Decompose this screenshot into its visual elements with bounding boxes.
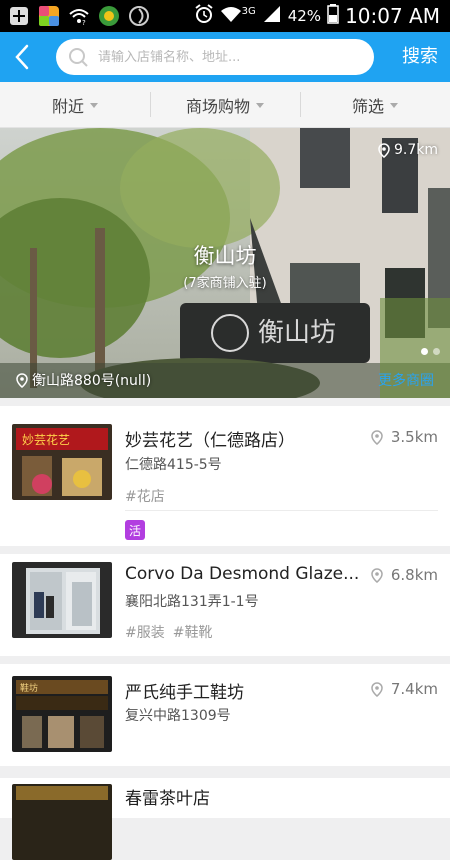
wifi-icon [220,5,242,28]
list-item[interactable]: 鞋坊 严氏纯手工鞋坊 复兴中路1309号 7.4km [0,664,450,766]
shop-name: 妙芸花艺（仁德路店） [125,431,295,451]
add-notification-icon [8,5,30,27]
shop-tags: #花店 [125,486,165,506]
shop-thumbnail: 妙芸花艺 [12,424,112,500]
shop-distance-text: 6.8km [390,566,438,584]
banner-distance-text: 9.7km [393,142,438,158]
dropdown-arrow-icon [256,103,264,108]
top-bar: 搜索 [0,32,450,82]
signal-icon [262,5,282,28]
shop-distance-text: 7.4km [390,680,438,698]
location-pin-icon [378,142,390,158]
list-item[interactable]: 妙芸花艺 妙芸花艺（仁德路店） 仁德路415-5号 3.5km #花店 活 [0,406,450,546]
svg-text:鞋坊: 鞋坊 [20,682,38,694]
shop-tag[interactable]: #鞋靴 [173,622,213,642]
divider [125,510,438,511]
location-pin-icon [371,429,383,445]
banner-address: 衡山路880号(null) [16,370,151,390]
shop-thumbnail: 鞋坊 [12,676,112,752]
clock: 10:07 AM [345,4,440,28]
more-districts-link[interactable]: 更多商圈 [378,370,434,390]
alarm-icon [194,3,214,29]
banner-distance: 9.7km [378,142,438,158]
search-input[interactable] [98,49,358,65]
shop-distance: 7.4km [371,680,438,698]
filter-label: 附近 [51,96,84,116]
app-notification-icon [98,5,120,27]
shop-thumbnail [12,784,112,860]
filter-category[interactable]: 商场购物 [150,82,300,127]
shop-name: Corvo Da Desmond Glaze... [125,564,360,584]
filter-label: 筛选 [351,96,384,116]
location-pin-icon [371,681,383,697]
shop-distance: 3.5km [371,428,438,446]
list-item[interactable]: Corvo Da Desmond Glaze... 襄阳北路131弄1-1号 6… [0,554,450,656]
list-item[interactable]: 春雷茶叶店 [0,778,450,860]
banner-title: 衡山坊 [193,244,257,268]
shop-distance-text: 3.5km [390,428,438,446]
battery-icon [327,3,339,29]
svg-text:妙芸花艺: 妙芸花艺 [22,432,70,447]
svg-text:?: ? [82,19,86,26]
app-store-icon [38,5,60,27]
swirl-app-icon [128,5,150,27]
banner-subtitle: (7家商铺入驻) [183,276,267,291]
back-button[interactable] [0,32,44,82]
carousel-dot [433,348,440,355]
location-pin-icon [371,567,383,583]
carousel-dot-active [421,348,428,355]
search-bar[interactable] [56,39,374,75]
filter-nearby[interactable]: 附近 [0,82,150,127]
shop-tag[interactable]: #服装 [125,622,165,642]
shop-address: 仁德路415-5号 [125,457,222,473]
shop-thumbnail [12,562,112,638]
carousel-indicator [421,348,440,355]
network-type: 3G [241,5,256,17]
svg-text:衡山坊: 衡山坊 [258,318,336,348]
shop-distance: 6.8km [371,566,438,584]
wifi-notification-icon: ? [68,5,90,27]
district-banner[interactable]: 衡山坊 9.7km 衡山坊 (7家商铺入驻) 衡山路880号(null) 更多商… [0,128,450,398]
location-pin-icon [16,372,28,388]
shop-name: 严氏纯手工鞋坊 [125,683,244,703]
shop-name: 春雷茶叶店 [125,789,210,809]
shop-tags: #服装 #鞋靴 [125,622,212,642]
search-button[interactable]: 搜索 [402,32,438,82]
dropdown-arrow-icon [90,103,98,108]
search-icon [69,48,88,67]
status-bar: ? 3G 42% 10:07 AM [0,0,450,32]
filter-sort[interactable]: 筛选 [300,82,450,127]
shop-address: 复兴中路1309号 [125,708,231,724]
shop-address: 襄阳北路131弄1-1号 [125,594,259,610]
banner-address-text: 衡山路880号(null) [32,373,152,389]
dropdown-arrow-icon [390,103,398,108]
chevron-left-icon [15,44,29,70]
shop-tag[interactable]: #花店 [125,486,165,506]
filter-bar: 附近 商场购物 筛选 [0,82,450,128]
battery-percent: 42% [287,7,322,25]
activity-badge: 活 [125,520,145,540]
filter-label: 商场购物 [185,96,250,116]
